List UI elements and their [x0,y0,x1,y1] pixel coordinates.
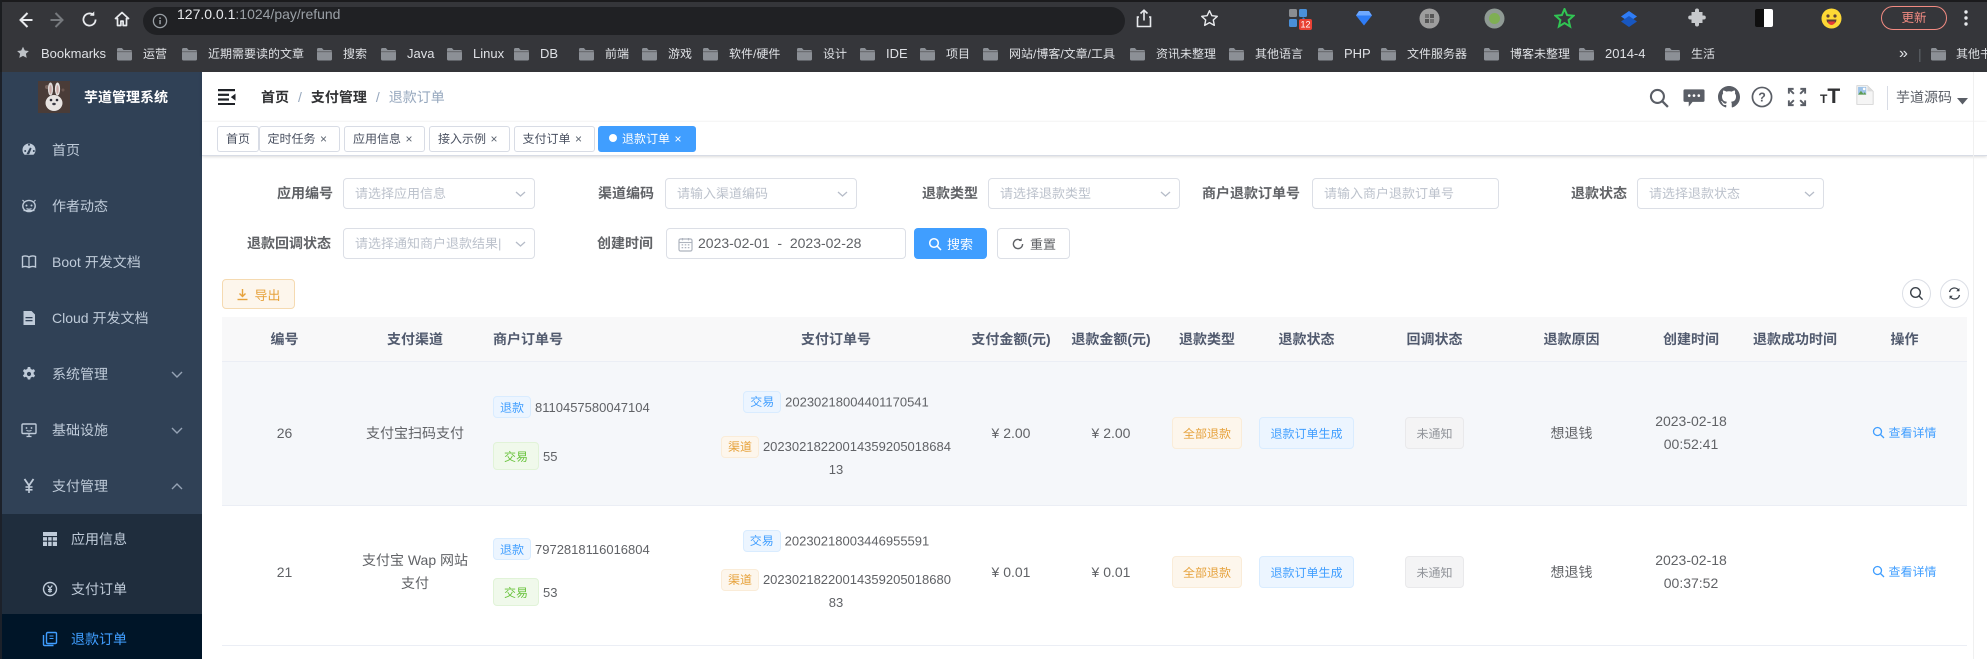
svg-text:12: 12 [1300,20,1310,30]
svg-text:?: ? [1758,90,1766,104]
